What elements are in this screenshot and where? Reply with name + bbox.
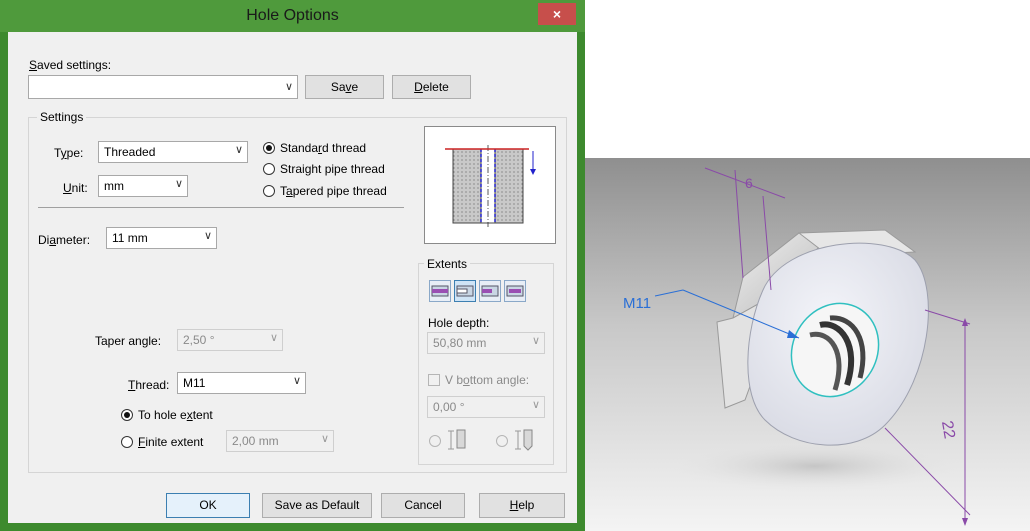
taper-angle-label: Taper angle: [95, 334, 162, 348]
chevron-down-icon: ∨ [174, 178, 183, 190]
v-bottom-icon [515, 428, 537, 455]
type-select[interactable]: Threaded ∨ [98, 141, 248, 163]
chevron-down-icon: ∨ [203, 230, 212, 242]
ok-button[interactable]: OK [166, 493, 250, 518]
v-bottom-angle-checkbox[interactable] [428, 374, 440, 386]
settings-group-label: Settings [37, 110, 87, 124]
diameter-select[interactable]: 11 mm ∨ [106, 227, 217, 249]
through-all-icon [431, 285, 449, 297]
tapered-pipe-thread-label: Tapered pipe thread [280, 184, 387, 198]
finite-extent-label: Finite extent [138, 435, 204, 449]
type-label: Type: [54, 146, 84, 160]
unit-select[interactable]: mm ∨ [98, 175, 188, 197]
separator [38, 207, 404, 208]
top-dimension-label: 6 [745, 175, 753, 191]
chevron-down-icon: ∨ [234, 144, 243, 156]
cancel-button[interactable]: Cancel [381, 493, 465, 518]
thread-select[interactable]: M11 ∨ [177, 372, 306, 394]
flat-bottom-icon [448, 428, 470, 455]
v-bottom-angle-label: V bottom angle: [445, 373, 530, 387]
chevron-down-icon: ∨ [284, 81, 293, 93]
bottom-v-radio[interactable] [496, 435, 508, 447]
finite-extent-icon [456, 285, 474, 297]
saved-settings-combo[interactable]: ∨ [28, 75, 298, 99]
chevron-down-icon: ∨ [531, 399, 540, 411]
hole-depth-select[interactable]: 50,80 mm ∨ [427, 332, 545, 354]
extent-finite-button[interactable] [454, 280, 476, 302]
side-dimension-label: 22 [938, 420, 958, 441]
finite-extent-radio[interactable] [121, 436, 133, 448]
hole-options-dialog: Hole Options × Saved settings: ∨ Save De… [0, 0, 585, 531]
unit-label: Unit: [63, 181, 88, 195]
next-extent-icon [506, 285, 524, 297]
chevron-down-icon: ∨ [320, 433, 329, 445]
chevron-down-icon: ∨ [531, 335, 540, 347]
hole-preview-diagram [445, 145, 536, 227]
dialog-title: Hole Options [246, 7, 339, 24]
standard-thread-label: Standard thread [280, 141, 367, 155]
extents-group-label: Extents [424, 257, 471, 271]
hex-nut-model: 6 22 M11 [623, 167, 971, 526]
extent-through-all-button[interactable] [429, 280, 451, 302]
to-hole-extent-radio[interactable] [121, 409, 133, 421]
v-bottom-angle-select[interactable]: 0,00 ° ∨ [427, 396, 545, 418]
close-button[interactable]: × [538, 3, 576, 25]
hole-preview [424, 126, 556, 244]
tapered-pipe-thread-radio[interactable] [263, 185, 275, 197]
chevron-down-icon: ∨ [292, 375, 301, 387]
saved-settings-label: Saved settings: [29, 58, 112, 72]
straight-pipe-thread-radio[interactable] [263, 163, 275, 175]
thread-label: Thread: [128, 378, 170, 392]
standard-thread-radio[interactable] [263, 142, 275, 154]
thread-callout-label: M11 [623, 295, 651, 312]
save-as-default-button[interactable]: Save as Default [262, 493, 372, 518]
close-icon: × [552, 6, 562, 22]
finite-extent-select[interactable]: 2,00 mm ∨ [226, 430, 334, 452]
extent-from-to-button[interactable] [479, 280, 501, 302]
taper-angle-select[interactable]: 2,50 ° ∨ [177, 329, 283, 351]
from-to-icon [481, 285, 499, 297]
save-button[interactable]: Save [305, 75, 384, 99]
straight-pipe-thread-label: Straight pipe thread [280, 162, 385, 176]
chevron-down-icon: ∨ [269, 332, 278, 344]
hole-depth-label: Hole depth: [428, 316, 490, 330]
help-button[interactable]: Help [479, 493, 565, 518]
diameter-label: Diameter: [38, 233, 91, 247]
bottom-flat-radio[interactable] [429, 435, 441, 447]
extent-next-button[interactable] [504, 280, 526, 302]
to-hole-extent-label: To hole extent [138, 408, 213, 422]
delete-button[interactable]: Delete [392, 75, 471, 99]
